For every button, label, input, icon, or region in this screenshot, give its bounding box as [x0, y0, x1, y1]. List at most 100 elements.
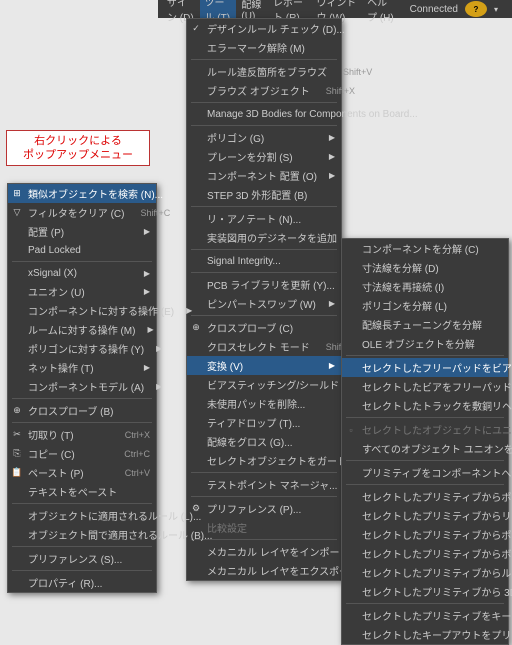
menu-item[interactable]: ⊕クロスプローブ (B)	[8, 401, 156, 420]
menu-item[interactable]: プリミティブをコンポーネントへ追加 (A)	[342, 463, 508, 482]
menu-item[interactable]: 配線をグロス (G)...	[187, 432, 341, 451]
help-icon[interactable]: ?	[465, 1, 487, 17]
submenu-arrow-icon: ▶	[329, 299, 335, 308]
item-label: 配線をグロス (G)...	[207, 434, 335, 449]
menu-item[interactable]: セレクトしたキープアウトをプリミティブへ変換	[342, 625, 508, 644]
menu-item[interactable]: セレクトしたプリミティブからポリゴンを作成 (G)	[342, 487, 508, 506]
menu-item[interactable]: プロパティ (R)...	[8, 573, 156, 592]
item-label: セレクトしたビアをフリーパッドへ変換 (V)	[362, 379, 512, 394]
item-label: セレクトしたプリミティブから 3D 外形を作成 (3)	[362, 584, 512, 599]
menu-item[interactable]: セレクトしたビアをフリーパッドへ変換 (V)	[342, 377, 508, 396]
item-label: セレクトしたプリミティブをキープアウト (K)	[362, 608, 512, 623]
menu-item[interactable]: Signal Integrity...	[187, 252, 341, 270]
item-icon: ▫	[345, 424, 357, 436]
menu-item[interactable]: ユニオン (U)▶	[8, 282, 156, 301]
menu-item[interactable]: ⎘コピー (C)Ctrl+C	[8, 444, 156, 463]
item-label: 比較設定	[207, 520, 335, 535]
item-label: Signal Integrity...	[207, 256, 335, 267]
menu-item[interactable]: ブラウズ オブジェクトShift+X	[187, 81, 341, 100]
menu-item[interactable]: ⚙プリファレンス (P)...	[187, 499, 341, 518]
item-label: ペースト (P)	[28, 465, 109, 480]
menu-item[interactable]: ルール違反箇所をブラウズShift+V	[187, 62, 341, 81]
menu-item[interactable]: セレクトしたプリミティブから 3D 外形を作成 (3)	[342, 582, 508, 601]
menu-item[interactable]: セレクトしたトラックを敷銅リヘ変換 (F)	[342, 396, 508, 415]
menu-item[interactable]: PCB ライブラリを更新 (Y)...	[187, 275, 341, 294]
item-icon: 📋	[11, 467, 23, 479]
submenu-arrow-icon: ▶	[147, 325, 153, 334]
menu-item[interactable]: メカニカル レイヤをエクスポート...	[187, 561, 341, 580]
menubar: ザイン (D) ツール (T) 配線 (U) レポート (R) ウィンドウ (W…	[158, 0, 512, 18]
menu-item[interactable]: コンポーネント 配置 (O)▶	[187, 166, 341, 185]
menu-item[interactable]: ポリゴンを分解 (L)	[342, 296, 508, 315]
menu-item[interactable]: 配線長チューニングを分解	[342, 315, 508, 334]
menu-item[interactable]: 寸法線を分解 (D)	[342, 258, 508, 277]
menu-item[interactable]: ポリゴンに対する操作 (Y)▶	[8, 339, 156, 358]
menu-item[interactable]: ティアドロップ (T)...	[187, 413, 341, 432]
menu-item[interactable]: STEP 3D 外形配置 (B)	[187, 185, 341, 204]
item-label: プレーンを分割 (S)	[207, 149, 317, 164]
menu-item[interactable]: 寸法線を再接続 (I)	[342, 277, 508, 296]
menu-item[interactable]: ✂切取り (T)Ctrl+X	[8, 425, 156, 444]
item-label: ビアスティッチング/シールド (H)	[207, 377, 356, 392]
menu-item[interactable]: 未使用パッドを削除...	[187, 394, 341, 413]
menu-item[interactable]: クロスセレクト モードShift+Ctrl+X	[187, 337, 341, 356]
item-label: 類似オブジェクトを検索 (N)...	[28, 186, 163, 201]
menu-item[interactable]: OLE オブジェクトを分解	[342, 334, 508, 353]
dropdown-icon[interactable]: ▾	[489, 3, 503, 16]
item-shortcut: Ctrl+X	[125, 430, 150, 440]
menu-item[interactable]: Manage 3D Bodies for Components on Board…	[187, 105, 341, 123]
menu-item[interactable]: コンポーネントに対する操作 (E)▶	[8, 301, 156, 320]
menu-item[interactable]: セレクトしたプリミティブからルームを作成 (M)	[342, 563, 508, 582]
menu-item[interactable]: ピンパートスワップ (W) ▶	[187, 294, 341, 313]
submenu-arrow-icon: ▶	[329, 171, 335, 180]
menu-item[interactable]: プリファレンス (S)...	[8, 549, 156, 568]
item-label: セレクトしたプリミティブからポリゴンカットアウトを作成 (Y)	[362, 527, 512, 542]
menu-item[interactable]: セレクトしたプリミティブをキープアウト (K)	[342, 606, 508, 625]
menu-item[interactable]: ⊕クロスプローブ (C)	[187, 318, 341, 337]
menu-item[interactable]: テストポイント マネージャ...	[187, 475, 341, 494]
item-label: ネット操作 (T)	[28, 360, 132, 375]
menu-item[interactable]: 変換 (V)▶	[187, 356, 341, 375]
menu-item[interactable]: 配置 (P)▶	[8, 222, 156, 241]
item-label: フィルタをクリア (C)	[28, 205, 124, 220]
item-shortcut: Shift+V	[343, 67, 372, 77]
menu-item[interactable]: リ・アノテート (N)...	[187, 209, 341, 228]
menu-item[interactable]: ビアスティッチング/シールド (H)▶	[187, 375, 341, 394]
menu-item[interactable]: セレクトしたフリーパッドをビアへ変換 (P)	[342, 358, 508, 377]
menu-item[interactable]: xSignal (X)▶	[8, 264, 156, 282]
menu-item[interactable]: ▽フィルタをクリア (C)Shift+C	[8, 203, 156, 222]
menu-item[interactable]: エラーマーク解除 (M)	[187, 38, 341, 57]
menu-item[interactable]: ✓デザインルール チェック (D)...	[187, 19, 341, 38]
tools-menu: ✓デザインルール チェック (D)...エラーマーク解除 (M) ルール違反箇所を…	[186, 18, 342, 581]
menu-item[interactable]: オブジェクトに適用されるルール (L)...	[8, 506, 156, 525]
menu-item[interactable]: ⊞類似オブジェクトを検索 (N)...	[8, 184, 156, 203]
item-label: セレクトしたフリーパッドをビアへ変換 (P)	[362, 360, 512, 375]
menu-item[interactable]: 📋ペースト (P)Ctrl+V	[8, 463, 156, 482]
item-label: コンポーネントモデル (A)	[28, 379, 144, 394]
menu-item[interactable]: ルームに対する操作 (M)▶	[8, 320, 156, 339]
annotation-box: 右クリックによる ポップアップメニュー	[6, 130, 150, 166]
menu-item[interactable]: ネット操作 (T)▶	[8, 358, 156, 377]
item-label: プリファレンス (S)...	[28, 551, 150, 566]
menu-item[interactable]: テキストをペースト	[8, 482, 156, 501]
item-label: 未使用パッドを削除...	[207, 396, 335, 411]
menu-item[interactable]: メカニカル レイヤをインポート...	[187, 542, 341, 561]
submenu-arrow-icon: ▶	[144, 269, 150, 278]
menu-item[interactable]: 実装図用のデジネータを追加	[187, 228, 341, 247]
menu-item[interactable]: コンポーネントモデル (A)▶	[8, 377, 156, 396]
menu-item[interactable]: セレクトオブジェクトをガードリング (J)	[187, 451, 341, 470]
submenu-arrow-icon: ▶	[186, 306, 192, 315]
item-label: リ・アノテート (N)...	[207, 211, 335, 226]
menu-item[interactable]: オブジェクト間で適用されるルール (B)...	[8, 525, 156, 544]
menu-item[interactable]: プレーンを分割 (S)▶	[187, 147, 341, 166]
menu-item[interactable]: セレクトしたプリミティブからリジョンを作成 (R)	[342, 506, 508, 525]
convert-submenu: コンポーネントを分解 (C)寸法線を分解 (D)寸法線を再接続 (I)ポリゴンを…	[341, 238, 509, 645]
menu-item[interactable]: セレクトしたプリミティブからボードカットアウトを作成 (B)	[342, 544, 508, 563]
menu-item[interactable]: すべてのオブジェクト ユニオンを解除	[342, 439, 508, 458]
menu-item[interactable]: ポリゴン (G)▶	[187, 128, 341, 147]
item-label: ピンパートスワップ (W)	[207, 296, 317, 311]
menu-item[interactable]: コンポーネントを分解 (C)	[342, 239, 508, 258]
menu-item[interactable]: Pad Locked	[8, 241, 156, 259]
menu-help[interactable]: ヘルプ (H)	[362, 0, 400, 26]
menu-item[interactable]: セレクトしたプリミティブからポリゴンカットアウトを作成 (Y)	[342, 525, 508, 544]
